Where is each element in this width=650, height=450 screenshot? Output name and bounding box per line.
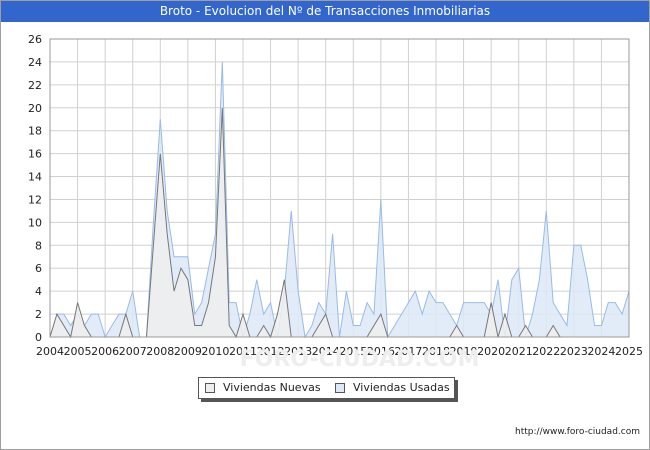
y-tick-label: 26 bbox=[28, 33, 42, 46]
y-tick-label: 0 bbox=[35, 331, 42, 344]
y-tick-label: 16 bbox=[28, 148, 42, 161]
x-tick-label: 2007 bbox=[119, 345, 147, 358]
y-tick-label: 2 bbox=[35, 308, 42, 321]
x-tick-label: 2021 bbox=[505, 345, 533, 358]
y-tick-label: 24 bbox=[28, 56, 42, 69]
legend-swatch-nuevas bbox=[205, 383, 215, 393]
x-tick-label: 2010 bbox=[201, 345, 229, 358]
y-tick-label: 22 bbox=[28, 79, 42, 92]
y-tick-label: 14 bbox=[28, 171, 42, 184]
y-tick-label: 4 bbox=[35, 285, 42, 298]
y-tick-label: 10 bbox=[28, 216, 42, 229]
y-tick-label: 18 bbox=[28, 125, 42, 138]
legend-label-nuevas: Viviendas Nuevas bbox=[223, 381, 321, 394]
legend: Viviendas Nuevas Viviendas Usadas bbox=[198, 377, 455, 399]
x-tick-label: 2022 bbox=[532, 345, 560, 358]
x-tick-label: 2024 bbox=[587, 345, 615, 358]
legend-label-usadas: Viviendas Usadas bbox=[353, 381, 450, 394]
x-tick-label: 2004 bbox=[36, 345, 64, 358]
y-tick-label: 12 bbox=[28, 193, 42, 206]
y-tick-label: 20 bbox=[28, 102, 42, 115]
x-tick-label: 2023 bbox=[560, 345, 588, 358]
x-tick-label: 2020 bbox=[477, 345, 505, 358]
y-tick-label: 6 bbox=[35, 262, 42, 275]
legend-swatch-usadas bbox=[335, 383, 345, 393]
x-tick-label: 2006 bbox=[91, 345, 119, 358]
watermark: FORO-CIUDAD.COM bbox=[240, 347, 480, 372]
x-tick-label: 2008 bbox=[146, 345, 174, 358]
x-tick-label: 2009 bbox=[174, 345, 202, 358]
x-tick-label: 2005 bbox=[64, 345, 92, 358]
footer-url: http://www.foro-ciudad.com bbox=[515, 427, 640, 437]
y-tick-label: 8 bbox=[35, 239, 42, 252]
x-tick-label: 2025 bbox=[615, 345, 643, 358]
